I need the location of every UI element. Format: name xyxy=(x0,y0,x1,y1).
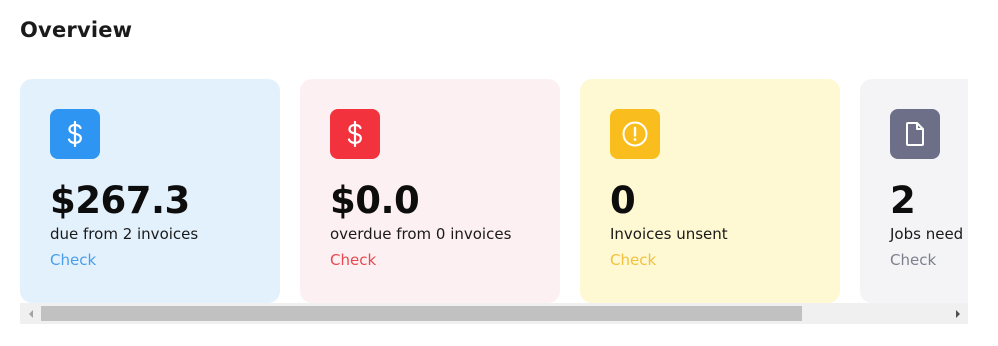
card-amount-due: $267.3 due from 2 invoices Check xyxy=(20,79,280,303)
amount-value: 0 xyxy=(610,179,636,222)
document-icon xyxy=(890,109,940,159)
alert-circle-icon xyxy=(610,109,660,159)
check-link[interactable]: Check xyxy=(610,251,656,269)
amount-value: $267.3 xyxy=(50,179,190,222)
dollar-icon xyxy=(330,109,380,159)
scrollbar-thumb[interactable] xyxy=(41,306,802,321)
page-title: Overview xyxy=(20,18,133,42)
amount-description: overdue from 0 invoices xyxy=(330,225,512,243)
check-link[interactable]: Check xyxy=(50,251,96,269)
check-link[interactable]: Check xyxy=(330,251,376,269)
horizontal-scrollbar[interactable] xyxy=(20,303,968,324)
card-overdue: $0.0 overdue from 0 invoices Check xyxy=(300,79,560,303)
check-link[interactable]: Check xyxy=(890,251,936,269)
amount-description: due from 2 invoices xyxy=(50,225,199,243)
overview-page: Overview $267.3 due from 2 invoices Chec… xyxy=(0,0,998,346)
card-jobs: 2 Jobs need Check xyxy=(860,79,968,303)
cards-scroll-area[interactable]: $267.3 due from 2 invoices Check $0.0 ov… xyxy=(20,79,968,303)
dollar-icon xyxy=(50,109,100,159)
amount-description: Invoices unsent xyxy=(610,225,728,243)
card-invoices-unsent: 0 Invoices unsent Check xyxy=(580,79,840,303)
amount-value: $0.0 xyxy=(330,179,420,222)
amount-description: Jobs need xyxy=(890,225,964,243)
scroll-left-arrow-icon[interactable] xyxy=(20,303,41,324)
scroll-right-arrow-icon[interactable] xyxy=(947,303,968,324)
amount-value: 2 xyxy=(890,179,916,222)
